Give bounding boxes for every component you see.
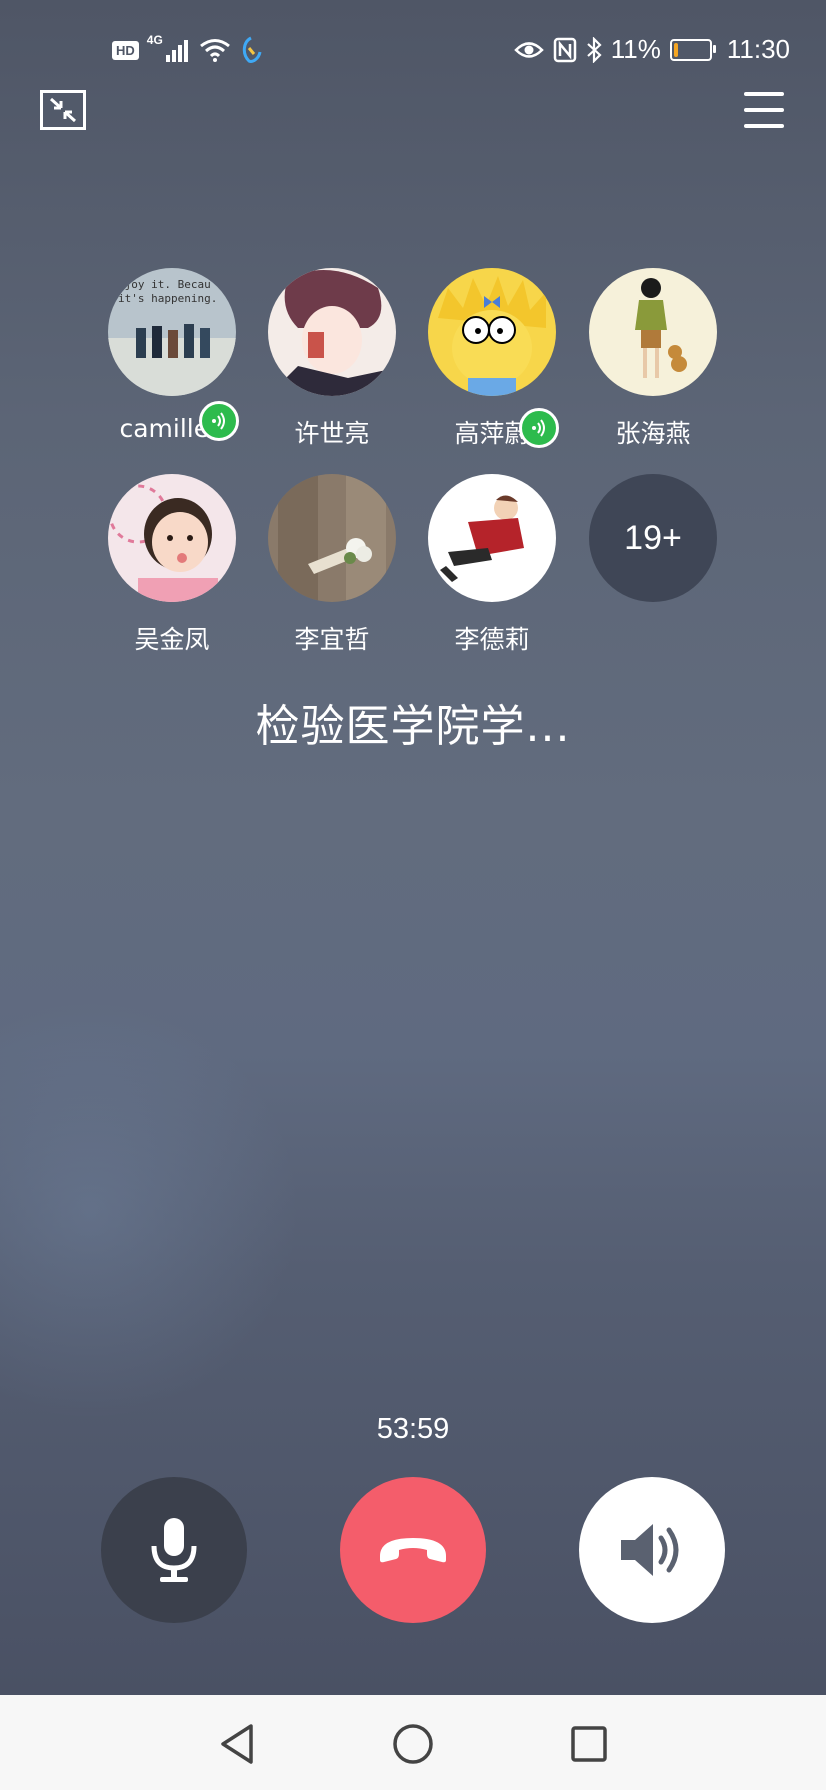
minimize-call-button[interactable] xyxy=(40,90,86,130)
wifi-icon xyxy=(199,39,230,62)
menu-icon-bar xyxy=(744,92,784,96)
speaking-badge xyxy=(199,401,239,441)
participant-name: 吴金凤 xyxy=(134,625,210,654)
hd-badge: HD xyxy=(112,40,139,60)
avatar xyxy=(268,268,396,396)
participant-tile[interactable]: 李德莉 xyxy=(427,474,557,656)
speaking-badge xyxy=(519,408,559,448)
participant-name: 许世亮 xyxy=(294,419,370,448)
signal-icon xyxy=(165,40,188,62)
clock: 11:30 xyxy=(726,34,790,64)
menu-icon-bar xyxy=(744,124,784,128)
menu-button[interactable] xyxy=(744,92,784,128)
participant-name: 李德莉 xyxy=(454,625,530,654)
microphone-icon xyxy=(151,1518,197,1582)
status-bar: HD 4G 11% 11:30 xyxy=(0,30,826,74)
avatar xyxy=(589,268,717,396)
speaker-icon xyxy=(621,1524,679,1576)
speaker-button[interactable] xyxy=(579,1477,725,1623)
group-name: 检验医学院学... xyxy=(255,701,571,752)
hang-up-icon xyxy=(380,1538,446,1563)
avatar xyxy=(108,474,236,602)
recents-icon xyxy=(571,1726,607,1762)
network-type: 4G xyxy=(146,33,163,47)
hang-up-button[interactable] xyxy=(340,1477,486,1623)
participant-name: 李宜哲 xyxy=(294,625,370,654)
recents-button[interactable] xyxy=(564,1719,614,1769)
avatar-caption-2: it's happening. xyxy=(118,292,217,305)
status-left: HD 4G xyxy=(112,33,263,64)
home-icon xyxy=(393,1724,433,1764)
participant-tile[interactable]: 李宜哲 xyxy=(267,474,397,656)
avatar xyxy=(428,474,556,602)
back-button[interactable] xyxy=(212,1719,262,1769)
more-participants-button[interactable]: 19+ xyxy=(588,474,718,602)
minimize-icon xyxy=(49,97,77,123)
call-app-icon xyxy=(242,36,262,63)
status-right: 11% 11:30 xyxy=(513,34,790,65)
participant-tile[interactable]: njoy it. Becau it's happening. camillee xyxy=(107,268,239,443)
avatar xyxy=(268,474,396,602)
battery-level xyxy=(673,42,678,57)
participant-tile[interactable]: 吴金凤 xyxy=(107,474,237,656)
participant-name: 张海燕 xyxy=(615,419,691,448)
eye-icon xyxy=(513,41,544,58)
avatar-caption-1: njoy it. Becau xyxy=(118,278,211,291)
participant-tile[interactable]: 许世亮 xyxy=(267,268,397,450)
mute-microphone-button[interactable] xyxy=(101,1477,247,1623)
menu-icon-bar xyxy=(744,108,784,112)
voice-call-screen: HD 4G 11% 11:30 njoy it. Becau it's happ… xyxy=(0,0,826,1695)
home-button[interactable] xyxy=(388,1719,438,1769)
back-icon xyxy=(221,1724,253,1764)
battery-percent: 11% xyxy=(610,34,661,64)
bluetooth-icon xyxy=(587,36,602,63)
avatar: njoy it. Becau it's happening. xyxy=(108,268,236,396)
battery-icon xyxy=(669,38,716,61)
participant-tile[interactable]: 高萍蔚 xyxy=(427,268,559,450)
nfc-icon xyxy=(553,37,576,62)
participant-tile[interactable]: 张海燕 xyxy=(588,268,718,450)
sound-wave-icon xyxy=(212,412,225,430)
sound-wave-icon xyxy=(532,419,545,437)
avatar xyxy=(428,268,556,396)
background-glow xyxy=(0,1000,300,1420)
call-duration: 53:59 xyxy=(376,1413,450,1445)
more-count: 19+ xyxy=(589,474,717,602)
system-navigation-bar xyxy=(0,1695,826,1790)
